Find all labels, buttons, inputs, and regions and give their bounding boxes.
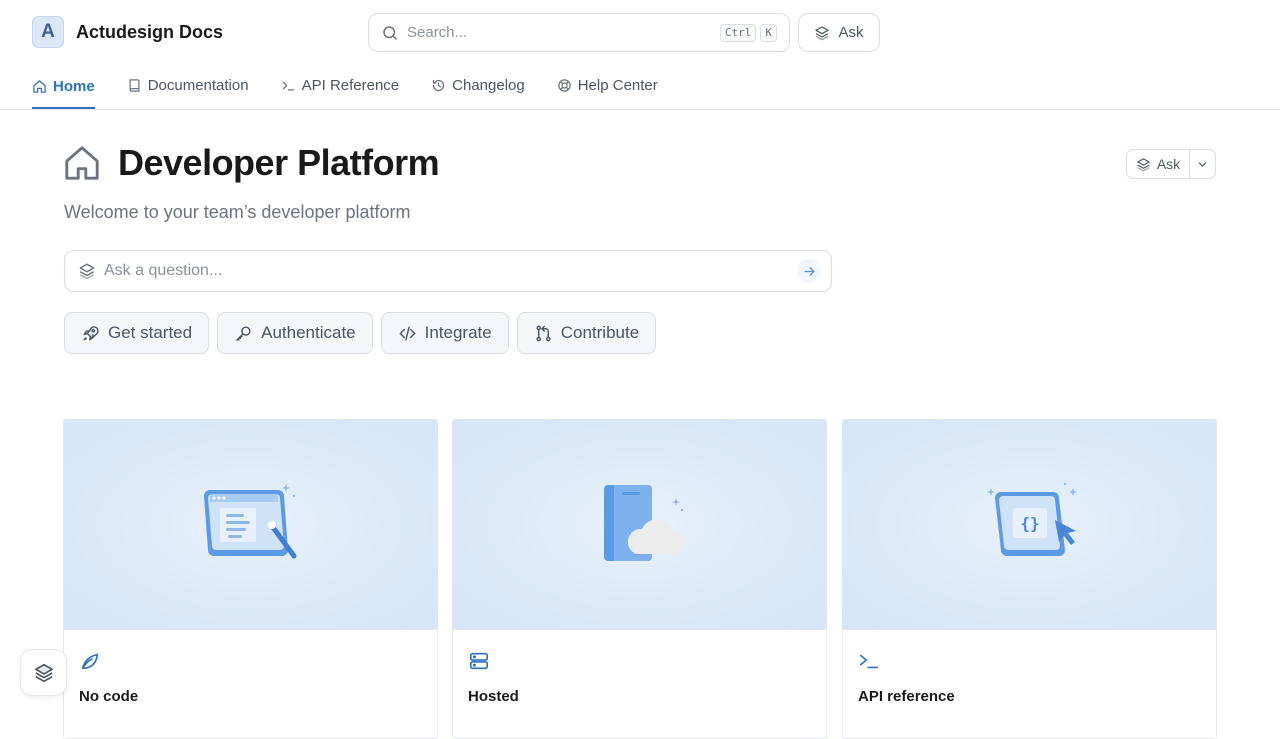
document-cloud-illustration bbox=[603, 484, 685, 561]
card-no-code-hero bbox=[64, 420, 437, 630]
brand[interactable]: A Actudesign Docs bbox=[32, 16, 223, 48]
chip-authenticate-label: Authenticate bbox=[261, 323, 356, 342]
card-no-code-title: No code bbox=[79, 688, 139, 705]
chip-contribute-label: Contribute bbox=[560, 323, 640, 342]
page-title: Developer Platform bbox=[118, 142, 440, 183]
submit-question-button[interactable] bbox=[797, 259, 821, 283]
tab-changelog-label: Changelog bbox=[452, 77, 525, 94]
card-api-reference-title: API reference bbox=[858, 688, 955, 705]
rocket-icon bbox=[83, 325, 99, 341]
search-input[interactable] bbox=[407, 24, 716, 41]
layers-icon bbox=[34, 663, 53, 682]
svg-text:{}: {} bbox=[1020, 514, 1039, 533]
tab-api-reference[interactable]: API Reference bbox=[281, 70, 400, 105]
layers-widget-button[interactable] bbox=[20, 649, 67, 696]
terminal-icon bbox=[282, 81, 294, 91]
history-icon bbox=[433, 79, 445, 92]
card-api-reference[interactable]: {} API reference bbox=[842, 419, 1217, 739]
brand-logo: A bbox=[32, 16, 64, 48]
tab-help-center[interactable]: Help Center bbox=[557, 70, 658, 105]
quick-links: Get started Authenticate Integrate Contr… bbox=[64, 312, 657, 354]
card-hosted[interactable]: Hosted bbox=[452, 419, 827, 739]
sparkle-stack-icon bbox=[1137, 157, 1150, 171]
ask-split-button: Ask bbox=[1126, 149, 1216, 179]
lifebuoy-icon bbox=[557, 79, 571, 92]
ask-question-bar[interactable] bbox=[64, 250, 832, 292]
tab-documentation[interactable]: Documentation bbox=[127, 70, 249, 105]
chip-authenticate[interactable]: Authenticate bbox=[217, 312, 373, 354]
terminal-icon bbox=[859, 654, 879, 669]
code-icon bbox=[398, 325, 416, 341]
sparkle-stack-icon bbox=[815, 25, 830, 40]
card-no-code[interactable]: No code bbox=[63, 419, 438, 739]
server-icon bbox=[469, 652, 489, 670]
card-api-reference-hero: {} bbox=[843, 420, 1216, 630]
card-hosted-title: Hosted bbox=[468, 688, 519, 705]
leaf-icon bbox=[81, 653, 99, 670]
tab-changelog[interactable]: Changelog bbox=[431, 70, 525, 105]
card-hosted-hero bbox=[453, 420, 826, 630]
top-header: A Actudesign Docs Ctrl K Ask Home Docume… bbox=[0, 0, 1280, 110]
sparkle-stack-icon bbox=[79, 263, 95, 280]
tab-home-label: Home bbox=[53, 78, 95, 95]
chip-integrate-label: Integrate bbox=[424, 323, 492, 342]
chip-integrate[interactable]: Integrate bbox=[380, 312, 509, 354]
chip-contribute[interactable]: Contribute bbox=[516, 312, 657, 354]
ask-ai-button[interactable]: Ask bbox=[798, 13, 880, 52]
brand-name: Actudesign Docs bbox=[76, 21, 224, 42]
chip-get-started-label: Get started bbox=[108, 323, 193, 342]
shortcut-key-ctrl: Ctrl bbox=[719, 23, 757, 42]
search-bar[interactable]: Ctrl K bbox=[368, 13, 790, 52]
ask-button-label: Ask bbox=[1156, 156, 1181, 172]
key-icon bbox=[235, 325, 251, 341]
search-icon bbox=[383, 25, 397, 40]
question-input[interactable] bbox=[104, 262, 797, 280]
tab-documentation-label: Documentation bbox=[147, 77, 249, 94]
tab-help-center-label: Help Center bbox=[577, 77, 658, 94]
git-pull-request-icon bbox=[536, 325, 551, 341]
code-window-cursor-illustration: {} bbox=[986, 482, 1077, 556]
tab-home[interactable]: Home bbox=[32, 70, 95, 109]
main-nav: Home Documentation API Reference Changel… bbox=[32, 70, 658, 110]
ask-button[interactable]: Ask bbox=[1127, 150, 1190, 178]
book-icon bbox=[129, 79, 140, 92]
shortcut-key-k: K bbox=[760, 23, 777, 42]
chip-get-started[interactable]: Get started bbox=[64, 312, 210, 354]
browser-editor-illustration bbox=[203, 483, 296, 558]
ask-options-dropdown[interactable] bbox=[1190, 150, 1215, 178]
home-icon bbox=[65, 146, 99, 180]
page-subtitle: Welcome to your team’s developer platfor… bbox=[64, 202, 411, 222]
tab-api-reference-label: API Reference bbox=[301, 77, 400, 94]
chevron-down-icon bbox=[1198, 161, 1207, 167]
home-icon bbox=[33, 80, 46, 93]
arrow-right-icon bbox=[804, 266, 815, 276]
ask-ai-label: Ask bbox=[838, 24, 864, 41]
